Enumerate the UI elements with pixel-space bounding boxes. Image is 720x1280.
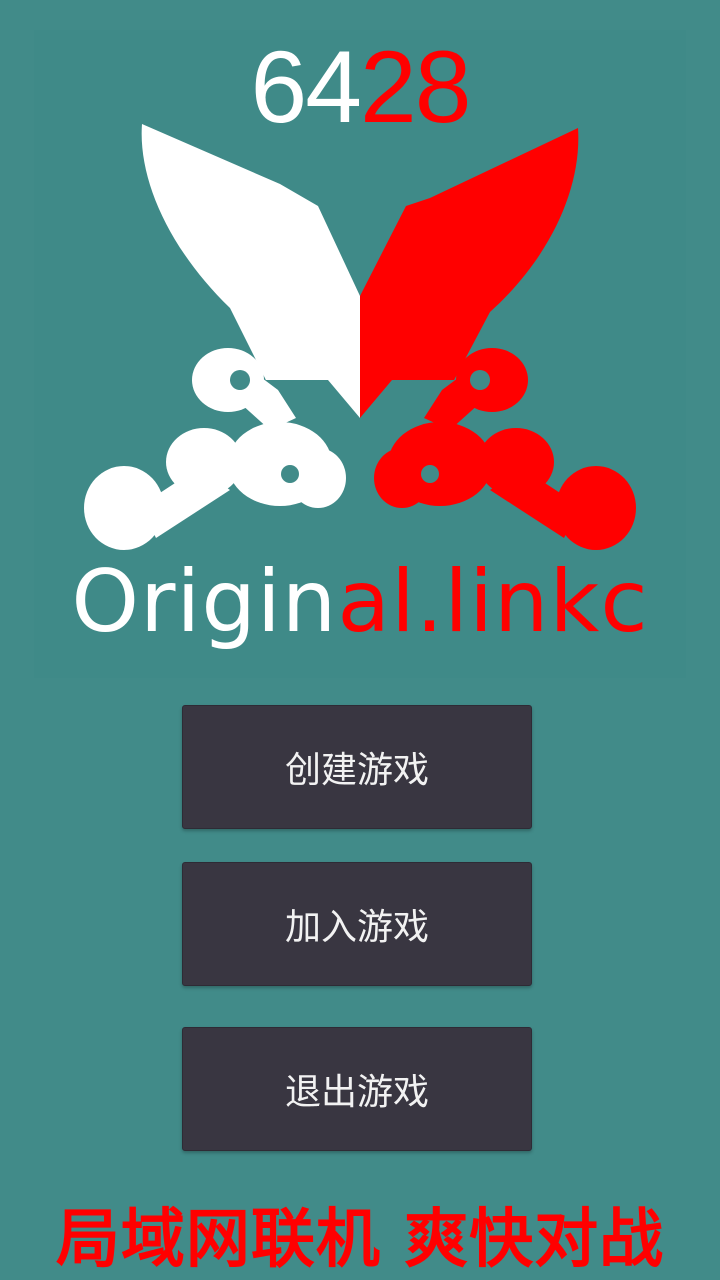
promo-slogan: 局域网联机 爽快对战: [55, 1203, 665, 1277]
exit-game-label: 退出游戏: [284, 1072, 429, 1113]
crossed-swords-icon: [84, 124, 636, 550]
join-game-label: 加入游戏: [284, 907, 429, 948]
exit-game-button[interactable]: 退出游戏: [182, 1027, 532, 1151]
main-menu-screen: 6428 Original.linkc 创建游戏 加入游戏 退出游戏 局域网联机…: [0, 0, 720, 1280]
create-game-button[interactable]: 创建游戏: [182, 705, 532, 829]
logo-word-red: al.linkc: [337, 552, 649, 652]
logo-wordmark: Original.linkc: [0, 552, 720, 652]
join-game-button[interactable]: 加入游戏: [182, 862, 532, 986]
create-game-label: 创建游戏: [284, 750, 429, 791]
logo-word-white: Origin: [71, 552, 338, 652]
